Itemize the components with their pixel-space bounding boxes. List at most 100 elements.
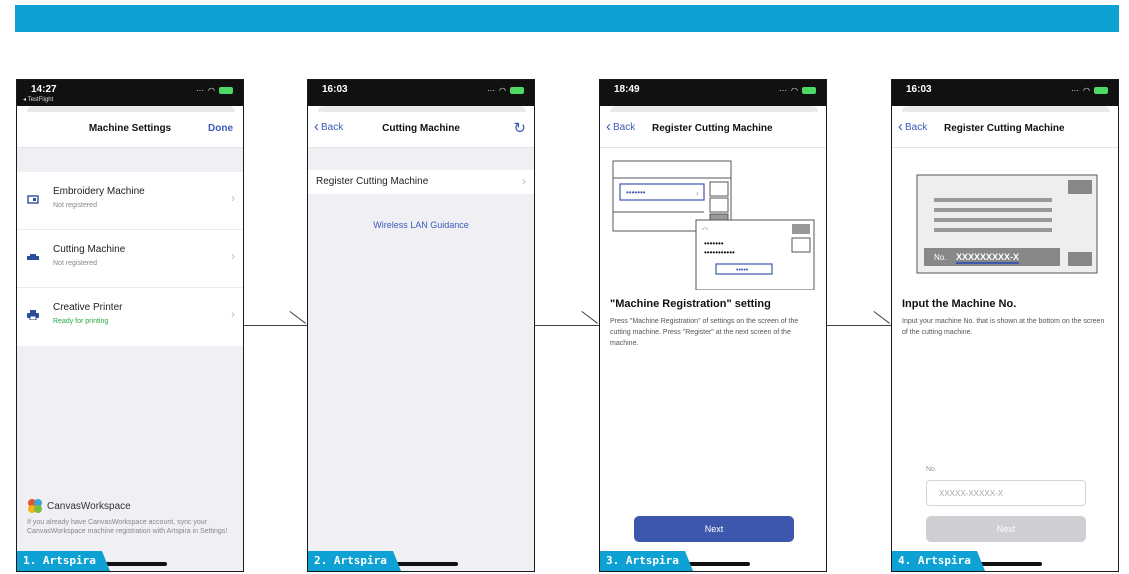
phone-screen-cutting-machine: 16:03 ··· ◠ ‹ Back Cutting Machine ↻ Regis… — [307, 79, 535, 572]
status-icons: ··· ◠ — [1071, 86, 1108, 95]
svg-text:•••••••••••: ••••••••••• — [704, 248, 735, 257]
status-time: 18:49 — [614, 84, 640, 95]
section-description: Input your machine No. that is shown at … — [902, 318, 1105, 336]
item-title: Cutting Machine — [53, 244, 126, 255]
nav-bar: ‹ Back Register Cutting Machine — [892, 112, 1118, 148]
printer-icon — [27, 310, 39, 321]
list-item-embroidery-machine[interactable]: Embroidery Machine Not registered › — [17, 172, 243, 230]
connector-line — [244, 325, 307, 326]
chevron-right-icon: › — [522, 174, 526, 188]
item-status: Ready for printing — [53, 318, 109, 325]
status-time: 16:03 — [322, 84, 348, 95]
status-icons: ··· ◠ — [487, 86, 524, 95]
plate-number: XXXXXXXXX-X — [956, 252, 1020, 264]
battery-icon — [802, 87, 816, 94]
page-title: Register Cutting Machine — [944, 123, 1065, 134]
status-icons: ··· ◠ — [779, 86, 816, 95]
chevron-left-icon: ‹ — [898, 118, 903, 135]
phone-screen-machine-settings: 14:27 ◂ TestFlight ··· ◠ Machine Settings… — [16, 79, 244, 572]
page-title: Register Cutting Machine — [652, 123, 773, 134]
section-description: Press "Machine Registration" of settings… — [610, 318, 799, 347]
chevron-left-icon: ‹ — [606, 118, 611, 135]
connector-line — [535, 325, 599, 326]
step-badge: 4. Artspira — [892, 551, 985, 571]
plate-label: No. — [934, 253, 947, 262]
machine-registration-illustration: ••••••• › ◠ ••••••• ••••••••••• ••••• — [612, 160, 815, 290]
embroidery-machine-icon — [27, 194, 39, 204]
svg-text:◠: ◠ — [702, 227, 708, 234]
refresh-icon[interactable]: ↻ — [513, 119, 526, 137]
signal-icon: ··· — [487, 86, 496, 95]
status-bar: 16:03 ··· ◠ — [308, 80, 534, 106]
step-badge: 3. Artspira — [600, 551, 693, 571]
battery-icon — [510, 87, 524, 94]
step-badge: 1. Artspira — [17, 551, 110, 571]
wifi-icon: ◠ — [791, 86, 798, 95]
back-button[interactable]: ‹ Back — [606, 118, 636, 135]
section-heading: "Machine Registration" setting — [610, 298, 771, 310]
register-cutting-machine-row[interactable]: Register Cutting Machine › — [308, 170, 534, 194]
battery-icon — [219, 87, 233, 94]
step-label: 2. Artspira — [308, 551, 393, 571]
wifi-icon: ◠ — [1083, 86, 1090, 95]
machine-list: Embroidery Machine Not registered › Cutt… — [17, 172, 243, 346]
step-label: 3. Artspira — [600, 551, 685, 571]
status-time: 16:03 — [906, 84, 932, 95]
signal-icon: ··· — [779, 86, 788, 95]
canvasworkspace-logo: CanvasWorkspace — [27, 498, 131, 514]
section-heading: Input the Machine No. — [902, 298, 1017, 310]
page-title: Cutting Machine — [382, 123, 460, 134]
wifi-icon: ◠ — [208, 86, 215, 95]
svg-text:•••••••: ••••••• — [626, 188, 646, 197]
item-status: Not registered — [53, 260, 97, 267]
connector-arrow — [873, 311, 890, 324]
item-status: Not registered — [53, 202, 97, 209]
canvasworkspace-logo-icon — [28, 499, 42, 513]
next-button[interactable]: Next — [926, 516, 1086, 542]
status-bar: 14:27 ◂ TestFlight ··· ◠ — [17, 80, 243, 106]
connector-arrow — [581, 311, 598, 324]
step-label: 4. Artspira — [892, 551, 977, 571]
step-badge: 2. Artspira — [308, 551, 401, 571]
item-title: Embroidery Machine — [53, 186, 145, 197]
canvasworkspace-name: CanvasWorkspace — [47, 500, 131, 512]
status-time: 14:27 — [31, 84, 57, 95]
wireless-lan-guidance-link[interactable]: Wireless LAN Guidance — [308, 220, 534, 230]
list-item-cutting-machine[interactable]: Cutting Machine Not registered › — [17, 230, 243, 288]
back-to-app-link[interactable]: ◂ TestFlight — [23, 96, 53, 103]
row-label: Register Cutting Machine — [316, 176, 429, 187]
chevron-right-icon: › — [231, 307, 235, 321]
machine-number-label: No. — [926, 466, 937, 473]
battery-icon — [1094, 87, 1108, 94]
svg-text:•••••••: ••••••• — [704, 239, 724, 248]
wifi-icon: ◠ — [499, 86, 506, 95]
status-bar: 18:49 ··· ◠ — [600, 80, 826, 106]
connector-line — [827, 325, 891, 326]
back-label: Back — [905, 121, 928, 133]
chevron-right-icon: › — [231, 191, 235, 205]
nav-bar: ‹ Back Cutting Machine ↻ — [308, 112, 534, 148]
nav-bar: ‹ Back Register Cutting Machine — [600, 112, 826, 148]
done-button[interactable]: Done — [208, 123, 233, 134]
back-button[interactable]: ‹ Back — [898, 118, 928, 135]
back-label: Back — [613, 121, 636, 133]
signal-icon: ··· — [196, 86, 205, 95]
phone-screen-register-cutting-machine: 18:49 ··· ◠ ‹ Back Register Cutting Machin… — [599, 79, 827, 572]
connector-arrow — [289, 311, 306, 324]
list-item-creative-printer[interactable]: Creative Printer Ready for printing › — [17, 288, 243, 346]
next-button[interactable]: Next — [634, 516, 794, 542]
item-title: Creative Printer — [53, 302, 123, 313]
status-icons: ··· ◠ — [196, 86, 233, 95]
signal-icon: ··· — [1071, 86, 1080, 95]
machine-number-input[interactable] — [926, 480, 1086, 506]
canvasworkspace-note: If you already have CanvasWorkspace acco… — [27, 519, 228, 535]
status-bar: 16:03 ··· ◠ — [892, 80, 1118, 106]
phone-screen-input-machine-number: 16:03 ··· ◠ ‹ Back Register Cutting Machin… — [891, 79, 1119, 572]
content-background — [308, 148, 534, 571]
cutting-machine-icon — [27, 252, 39, 262]
svg-text:•••••: ••••• — [736, 267, 749, 274]
nav-bar: Machine Settings Done — [17, 112, 243, 148]
header-banner — [15, 5, 1119, 32]
svg-text:›: › — [696, 189, 699, 198]
chevron-right-icon: › — [231, 249, 235, 263]
